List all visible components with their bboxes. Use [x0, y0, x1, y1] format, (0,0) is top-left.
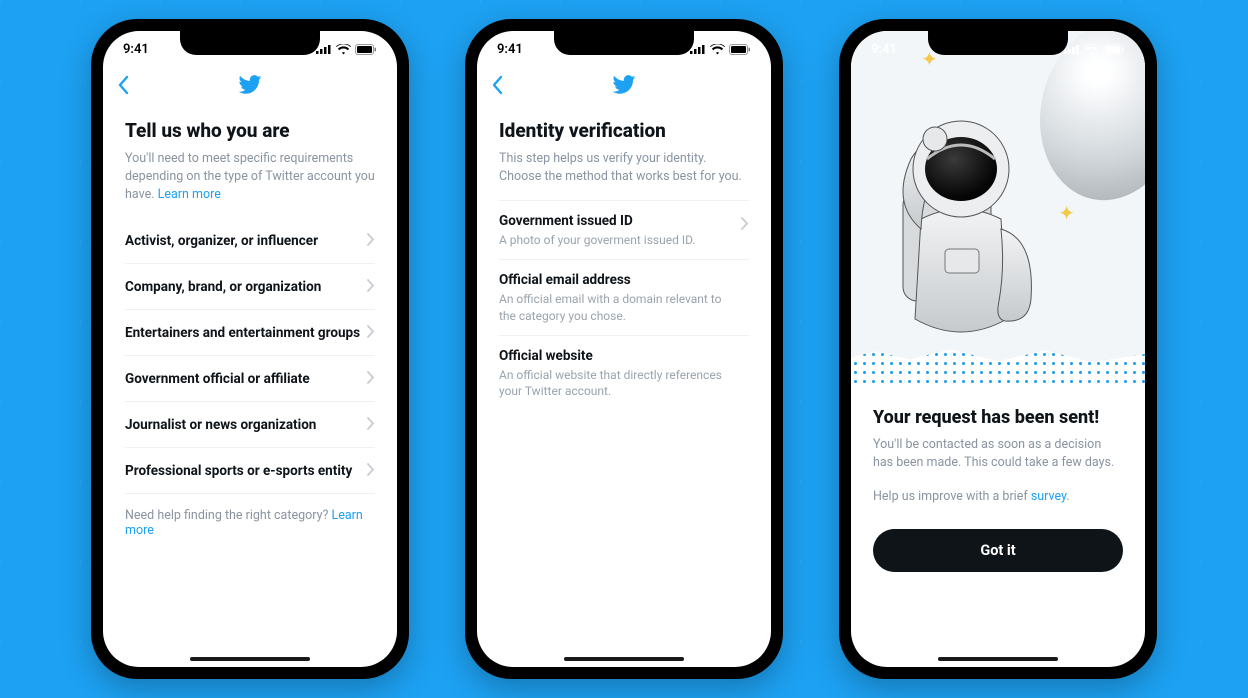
battery-icon [355, 44, 377, 55]
twitter-logo-icon [612, 75, 636, 99]
page-title: Identity verification [499, 119, 749, 142]
category-label: Company, brand, or organization [125, 279, 321, 295]
method-desc: An official email with a domain relevant… [499, 291, 749, 325]
help-text: Need help finding the right category? Le… [125, 494, 375, 552]
method-label: Official email address [499, 272, 749, 288]
chevron-right-icon [367, 231, 375, 250]
battery-icon [729, 44, 751, 55]
survey-link[interactable]: survey [1031, 489, 1066, 504]
survey-prompt: Help us improve with a brief survey. [873, 488, 1123, 506]
home-indicator[interactable] [564, 657, 684, 661]
method-desc: An official website that directly refere… [499, 367, 749, 401]
chevron-right-icon [367, 415, 375, 434]
method-label: Government issued ID [499, 213, 749, 229]
method-government-id[interactable]: Government issued ID A photo of your gov… [499, 200, 749, 259]
battery-icon [1103, 44, 1125, 55]
home-indicator[interactable] [938, 657, 1058, 661]
chevron-right-icon [367, 461, 375, 480]
status-bar: 9:41 [851, 31, 1145, 67]
page-title: Tell us who you are [125, 119, 375, 142]
category-label: Activist, organizer, or influencer [125, 233, 318, 249]
status-time: 9:41 [123, 42, 149, 57]
device-notch [180, 31, 320, 55]
twitter-logo-icon [238, 75, 262, 99]
nav-bar [103, 67, 397, 107]
phone-1: 9:41 [91, 19, 409, 679]
category-label: Professional sports or e-sports entity [125, 463, 352, 479]
cellular-signal-icon [1064, 44, 1080, 54]
category-entertainers[interactable]: Entertainers and entertainment groups [125, 310, 375, 356]
learn-more-link[interactable]: Learn more [158, 187, 221, 202]
nav-bar [477, 67, 771, 107]
status-time: 9:41 [497, 42, 523, 57]
back-button[interactable] [117, 75, 129, 99]
chevron-right-icon [367, 277, 375, 296]
category-label: Entertainers and entertainment groups [125, 325, 360, 341]
page-subtitle: You'll need to meet specific requirement… [125, 150, 375, 204]
category-activist[interactable]: Activist, organizer, or influencer [125, 218, 375, 264]
category-journalist[interactable]: Journalist or news organization [125, 402, 375, 448]
back-button[interactable] [491, 75, 503, 99]
chevron-right-icon [367, 369, 375, 388]
category-company[interactable]: Company, brand, or organization [125, 264, 375, 310]
phone-3: 9:41 ✦ ✦ [839, 19, 1157, 679]
method-label: Official website [499, 348, 749, 364]
method-desc: A photo of your goverment issued ID. [499, 232, 749, 249]
chevron-right-icon [741, 215, 749, 234]
device-notch [554, 31, 694, 55]
page-body: You'll be contacted as soon as a decisio… [873, 436, 1123, 472]
wifi-icon [336, 44, 351, 55]
status-time: 9:41 [871, 42, 897, 57]
category-sports[interactable]: Professional sports or e-sports entity [125, 448, 375, 494]
got-it-button[interactable]: Got it [873, 529, 1123, 572]
page-subtitle: This step helps us verify your identity.… [499, 150, 749, 186]
method-official-email[interactable]: Official email address An official email… [499, 259, 749, 335]
category-government[interactable]: Government official or affiliate [125, 356, 375, 402]
wifi-icon [710, 44, 725, 55]
phone-2: 9:41 [465, 19, 783, 679]
category-label: Government official or affiliate [125, 371, 310, 387]
hero-illustration: ✦ ✦ [851, 31, 1145, 387]
method-official-website[interactable]: Official website An official website tha… [499, 335, 749, 411]
category-label: Journalist or news organization [125, 417, 316, 433]
page-title: Your request has been sent! [873, 407, 1123, 428]
wifi-icon [1084, 44, 1099, 55]
astronaut-graphic [861, 99, 1061, 359]
home-indicator[interactable] [190, 657, 310, 661]
chevron-right-icon [367, 323, 375, 342]
